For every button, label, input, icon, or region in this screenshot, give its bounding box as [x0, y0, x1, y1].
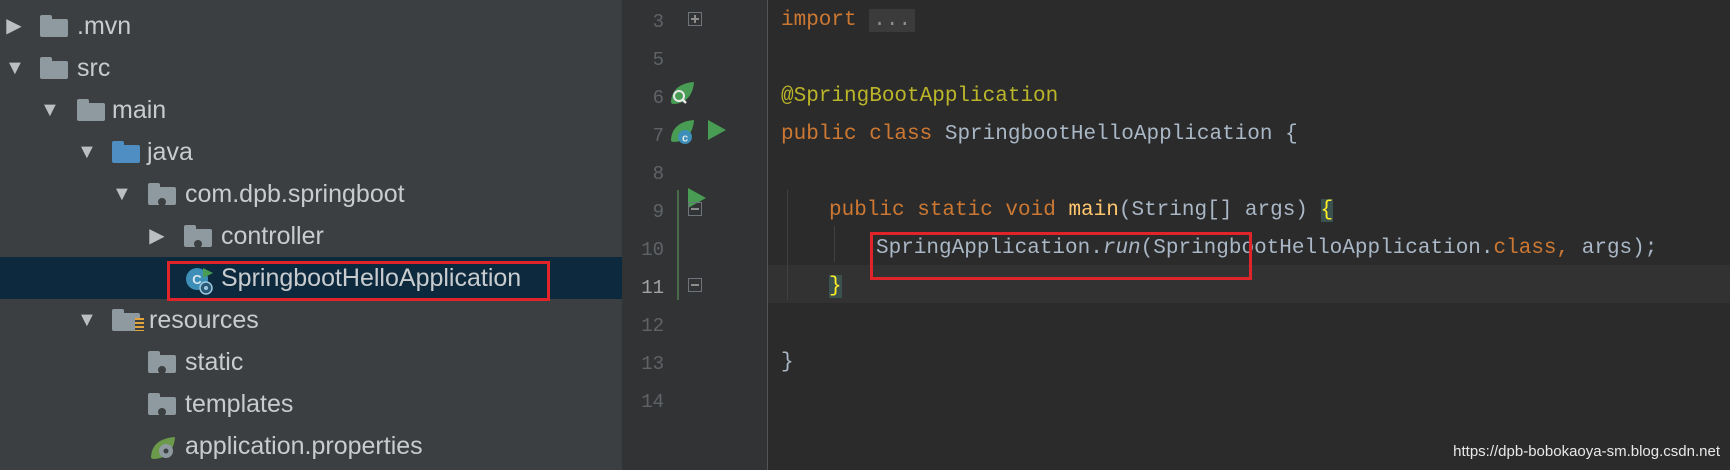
tree-item-label: src: [77, 54, 111, 82]
annotation: @SpringBootApplication: [781, 85, 1059, 108]
code-line-import[interactable]: import ...: [781, 8, 916, 34]
folder-icon: [40, 57, 68, 79]
keyword: import: [781, 9, 857, 32]
method-params: (String[] args): [1118, 199, 1321, 222]
keyword: public class: [781, 123, 933, 146]
tree-item-label: java: [147, 138, 193, 166]
package-icon: [148, 393, 176, 416]
method-name: main: [1068, 199, 1119, 222]
tree-item-src[interactable]: ▼ src: [0, 47, 622, 89]
fold-collapse-icon[interactable]: [688, 202, 702, 216]
line-number: 13: [641, 353, 664, 375]
line-number: 14: [641, 391, 664, 413]
tree-item-main[interactable]: ▼ main: [0, 89, 622, 131]
line-number: 7: [652, 125, 664, 147]
keyword: public static void: [829, 199, 1056, 222]
matched-brace: }: [829, 275, 842, 298]
watermark: https://dpb-bobokaoya-sm.blog.csdn.net: [1453, 443, 1720, 460]
folded-region[interactable]: ...: [869, 9, 916, 32]
package-icon: [148, 183, 176, 206]
line-number: 12: [641, 315, 664, 337]
line-number: 10: [641, 239, 664, 261]
code-line-main-close[interactable]: }: [829, 274, 842, 300]
indent-guide: [787, 190, 788, 300]
matched-brace: {: [1320, 199, 1334, 222]
line-number: 3: [652, 11, 664, 33]
spring-bean-search-icon[interactable]: [667, 79, 697, 109]
project-tree: ▶ .mvn ▼ src ▼ main ▼ java ▼ com.dpb.spr…: [0, 0, 622, 470]
package-icon: [184, 225, 212, 248]
code-editor[interactable]: 3 5 6 7 8 9 10 11 12 13 14 c import ... …: [622, 0, 1730, 470]
spring-properties-icon: [151, 437, 175, 459]
tree-item-templates[interactable]: templates: [0, 383, 622, 425]
package-icon: [148, 351, 176, 374]
code-line-class-declaration[interactable]: public class SpringbootHelloApplication …: [781, 122, 1298, 148]
keyword: class,: [1493, 237, 1570, 260]
folder-icon: [77, 99, 105, 121]
collapse-arrow-icon[interactable]: ▼: [77, 140, 97, 164]
resources-folder-icon: [112, 309, 144, 331]
collapse-arrow-icon[interactable]: ▼: [40, 98, 60, 122]
line-number: 11: [641, 277, 664, 299]
line-number: 8: [652, 163, 664, 185]
fold-expand-icon[interactable]: [688, 12, 702, 26]
run-args-end: args);: [1569, 237, 1658, 260]
indent-guide: [834, 226, 835, 262]
expand-arrow-icon[interactable]: ▶: [148, 224, 166, 248]
highlight-box: [870, 232, 1252, 280]
tree-item-label: com.dpb.springboot: [185, 180, 405, 208]
tree-item-label: templates: [185, 390, 294, 418]
collapse-arrow-icon[interactable]: ▼: [77, 308, 97, 332]
tree-item-label: application.properties: [185, 432, 423, 460]
code-line-class-close[interactable]: }: [781, 350, 794, 376]
line-number: 5: [652, 49, 664, 71]
expand-arrow-icon[interactable]: ▶: [5, 14, 23, 38]
spring-config-icon[interactable]: c: [667, 117, 697, 147]
highlight-box: [167, 261, 550, 301]
folder-icon: [40, 15, 68, 37]
tree-item-label: static: [185, 348, 244, 376]
line-number: 6: [652, 87, 664, 109]
collapse-arrow-icon[interactable]: ▼: [112, 182, 132, 206]
tree-item-static[interactable]: static: [0, 341, 622, 383]
tree-item-resources[interactable]: ▼ resources: [0, 299, 622, 341]
tree-item-label: resources: [149, 306, 259, 334]
class-name: SpringbootHelloApplication: [932, 123, 1286, 146]
tree-item-java[interactable]: ▼ java: [0, 131, 622, 173]
brace: }: [781, 351, 794, 374]
fold-collapse-icon[interactable]: [688, 278, 702, 292]
code-line-main-method[interactable]: public static void main(String[] args) {: [829, 198, 1334, 224]
gutter-divider: [767, 0, 768, 470]
collapse-arrow-icon[interactable]: ▼: [5, 56, 25, 80]
tree-item-package[interactable]: ▼ com.dpb.springboot: [0, 173, 622, 215]
vcs-change-marker: [677, 190, 679, 300]
tree-item-application-properties[interactable]: application.properties: [0, 425, 622, 467]
tree-item-label: main: [112, 96, 167, 124]
brace: {: [1285, 123, 1298, 146]
line-number: 9: [652, 201, 664, 223]
code-line-annotation[interactable]: @SpringBootApplication: [781, 84, 1058, 110]
tree-item-controller[interactable]: ▶ controller: [0, 215, 622, 257]
tree-item-label: .mvn: [77, 12, 132, 40]
tree-item-mvn[interactable]: ▶ .mvn: [0, 5, 622, 47]
svg-text:c: c: [682, 133, 688, 145]
tree-item-label: controller: [221, 222, 324, 250]
run-class-icon[interactable]: [708, 120, 726, 140]
source-folder-icon: [112, 141, 140, 163]
